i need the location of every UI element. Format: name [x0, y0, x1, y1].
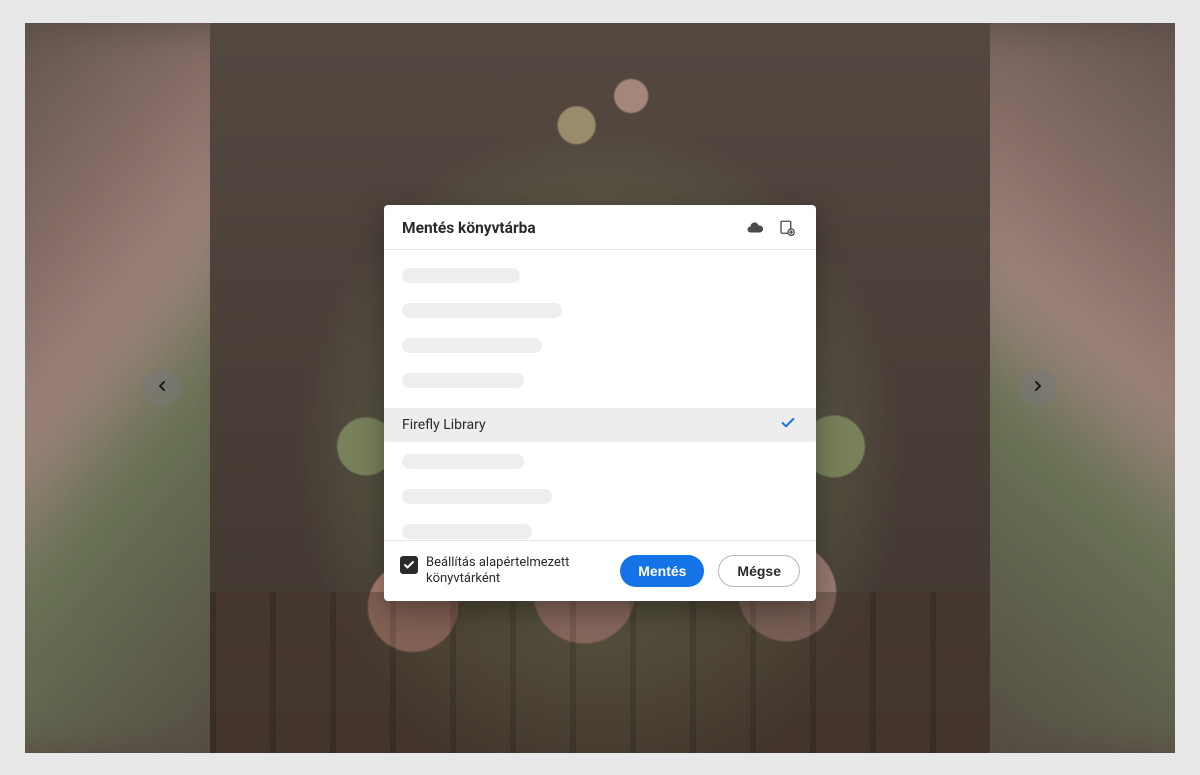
image-viewer: Mentés könyvtárba Firefly Library	[25, 23, 1175, 753]
loading-skeleton	[402, 338, 542, 353]
loading-skeleton	[402, 373, 524, 388]
chevron-left-icon	[154, 378, 170, 398]
save-button[interactable]: Mentés	[620, 555, 704, 587]
chevron-right-icon	[1030, 378, 1046, 398]
cloud-icon[interactable]	[744, 219, 766, 237]
dialog-title: Mentés könyvtárba	[402, 219, 734, 237]
loading-skeleton	[402, 489, 552, 504]
loading-skeleton	[402, 303, 562, 318]
library-item-selected[interactable]: Firefly Library	[384, 408, 816, 442]
checkmark-icon	[780, 415, 796, 435]
loading-skeleton	[402, 524, 532, 539]
loading-skeleton	[402, 268, 520, 283]
checkbox-icon	[400, 556, 418, 574]
previous-image-button[interactable]	[143, 369, 181, 407]
dialog-header: Mentés könyvtárba	[384, 205, 816, 250]
next-image-button[interactable]	[1019, 369, 1057, 407]
add-library-icon[interactable]	[776, 219, 798, 237]
save-to-library-dialog: Mentés könyvtárba Firefly Library	[384, 205, 816, 602]
default-library-checkbox[interactable]: Beállítás alapértelmezett könyvtárként	[400, 555, 606, 588]
loading-skeleton	[402, 454, 524, 469]
library-item-label: Firefly Library	[402, 417, 780, 433]
library-list[interactable]: Firefly Library	[384, 250, 816, 540]
dialog-footer: Beállítás alapértelmezett könyvtárként M…	[384, 540, 816, 602]
cancel-button[interactable]: Mégse	[718, 555, 800, 587]
default-library-checkbox-label: Beállítás alapértelmezett könyvtárként	[426, 555, 596, 588]
